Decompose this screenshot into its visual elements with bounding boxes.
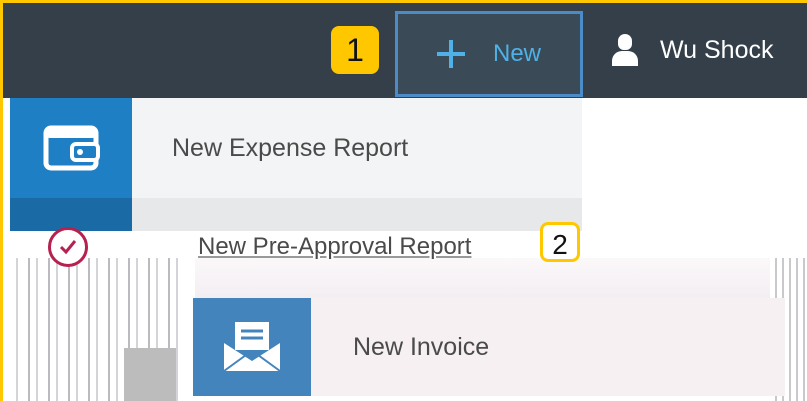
menu-item-new-invoice[interactable]: New Invoice — [193, 298, 785, 396]
user-name: Wu Shock — [660, 35, 774, 64]
new-button[interactable]: New — [395, 11, 583, 97]
wallet-icon — [10, 98, 132, 198]
new-button-label: New — [492, 40, 541, 67]
user-menu[interactable]: Wu Shock — [612, 28, 773, 72]
callout-badge-2: 2 — [540, 222, 580, 262]
envelope-icon — [193, 298, 311, 396]
top-navigation-bar: 1 New Wu Shock — [0, 0, 807, 98]
check-circle-icon — [48, 227, 88, 267]
callout-badge-1: 1 — [331, 26, 379, 74]
menu-item-new-expense-report[interactable]: New Expense Report — [10, 98, 582, 198]
menu-item-new-pre-approval-report[interactable]: New Pre-Approval Report — [48, 226, 608, 268]
plus-icon — [436, 40, 465, 68]
menu-item-label: New Pre-Approval Report — [198, 233, 472, 260]
menu-item-label: New Expense Report — [172, 133, 409, 162]
menu-item-label: New Invoice — [353, 332, 490, 361]
render-artifact-block — [124, 348, 176, 401]
user-icon — [612, 34, 638, 66]
screenshot-frame: 1 New Wu Shock New Expense Report New Pr… — [0, 0, 807, 401]
